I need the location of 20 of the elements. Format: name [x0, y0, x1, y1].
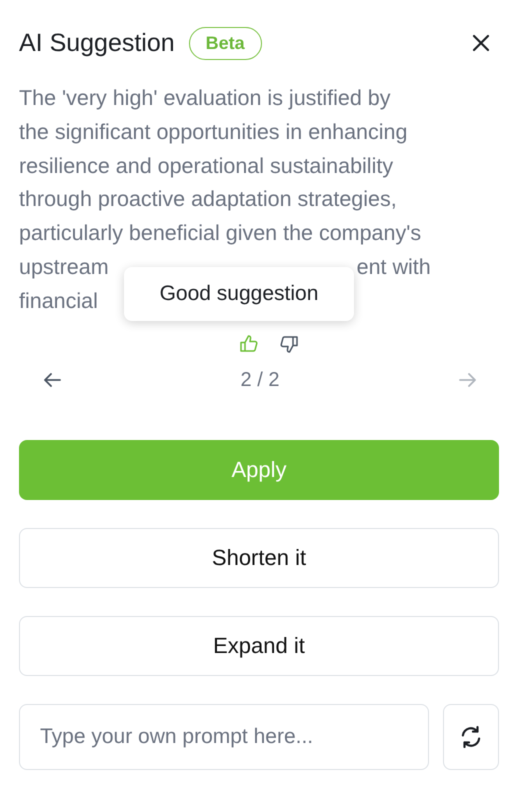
suggestion-text: particularly beneficial given the company's	[19, 221, 422, 246]
tooltip: Good suggestion	[124, 267, 354, 321]
suggestion-text: upstream	[19, 254, 109, 279]
suggestion-text: resilience and operational sustainability	[19, 154, 394, 178]
suggestion-text: the significant opportunities in enhancing	[19, 120, 408, 144]
beta-badge: Beta	[188, 26, 262, 60]
suggestion-text: The 'very high' evaluation is justified by	[19, 86, 391, 110]
refresh-button[interactable]	[443, 704, 499, 770]
suggestion-text: through proactive adaptation strategies,	[19, 187, 397, 212]
action-button[interactable]: Shorten it	[19, 528, 499, 588]
thumbs-up-icon	[238, 332, 260, 355]
close-icon	[471, 33, 491, 53]
panel-title: AI Suggestion	[19, 28, 175, 58]
prompt-field[interactable]: Type your own prompt here...	[19, 704, 429, 770]
suggestion-text: financial	[19, 288, 98, 313]
close-button[interactable]	[471, 33, 491, 53]
page-counter: 2 / 2	[240, 368, 280, 392]
suggestion-text: ent with	[356, 254, 431, 279]
action-button[interactable]: Expand it	[19, 616, 499, 676]
thumbs-up-button[interactable]	[238, 332, 260, 355]
